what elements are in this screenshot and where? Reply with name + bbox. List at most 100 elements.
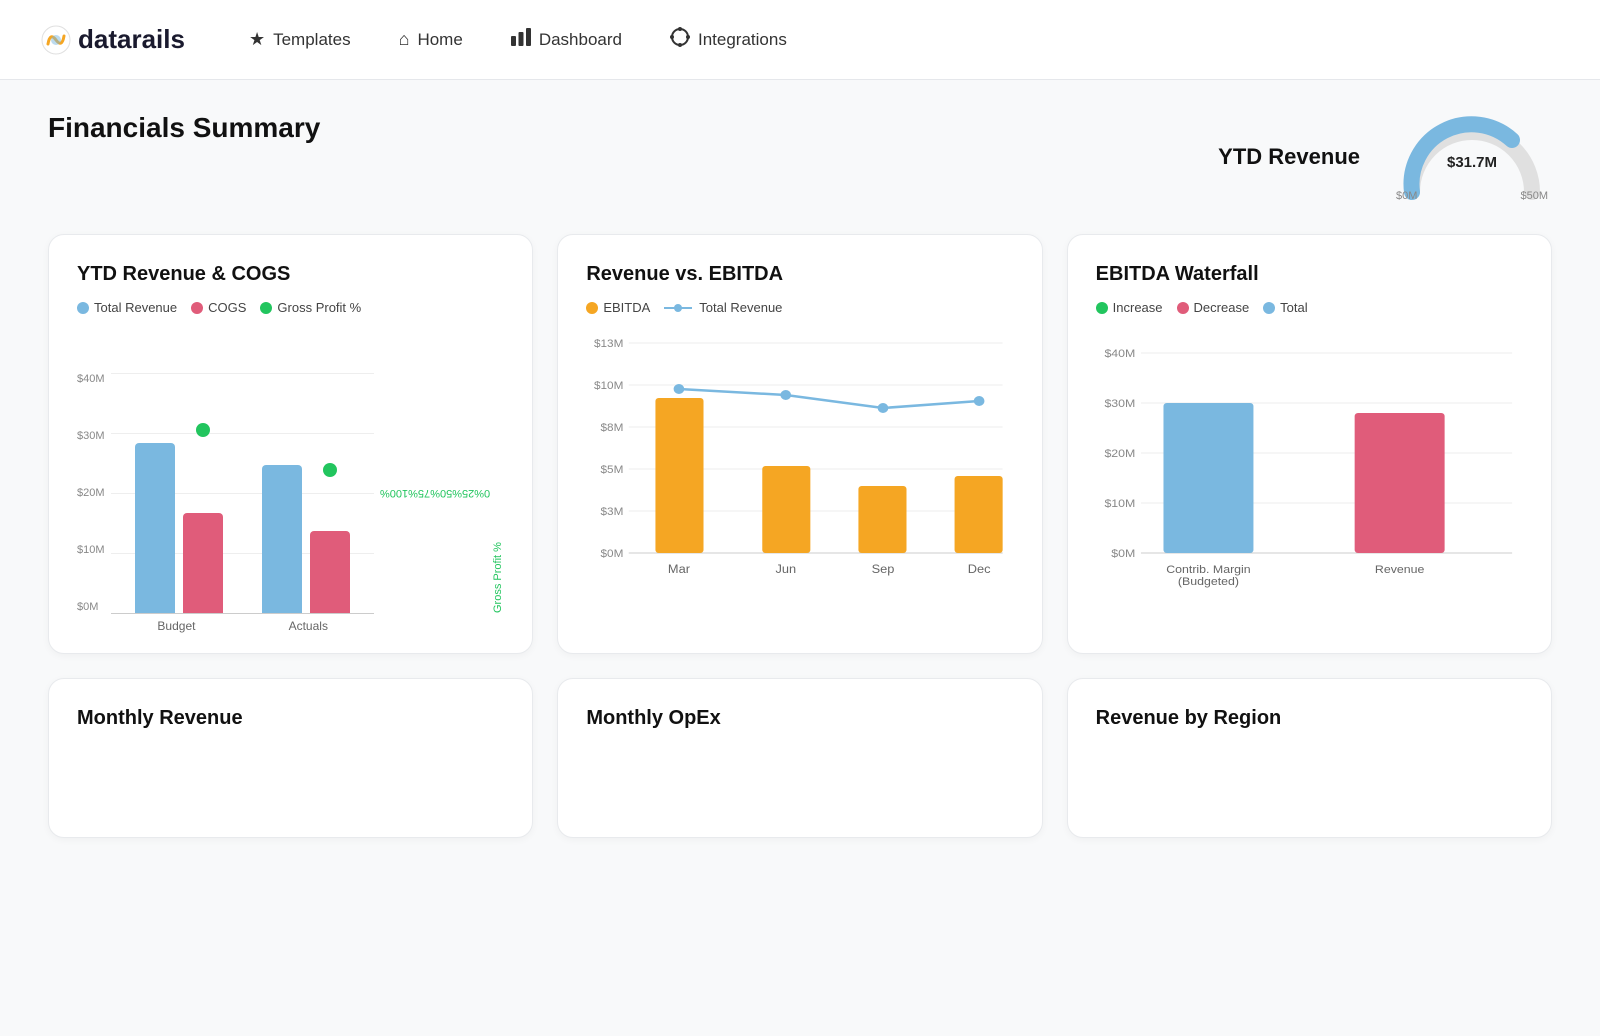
integrations-icon (670, 27, 690, 52)
logo[interactable]: datarails (40, 24, 185, 56)
svg-text:$0M: $0M (1111, 548, 1135, 560)
legend-total-revenue-2: Total Revenue (664, 300, 782, 315)
svg-text:$5M: $5M (601, 464, 624, 476)
svg-text:$3M: $3M (601, 506, 624, 518)
increase-dot (1096, 302, 1108, 314)
x-label-budget: Budget (111, 619, 243, 633)
svg-text:Dec: Dec (968, 562, 991, 576)
ebitda-waterfall-card: EBITDA Waterfall Increase Decrease Total (1067, 234, 1552, 654)
ytd-revenue-cogs-card: YTD Revenue & COGS Total Revenue COGS Gr… (48, 234, 533, 654)
total-dot (1263, 302, 1275, 314)
gauge-max: $50M (1520, 190, 1548, 202)
y-right-0: 0% (474, 487, 490, 499)
page-title: Financials Summary (48, 112, 320, 144)
nav-templates[interactable]: ★ Templates (245, 21, 355, 58)
monthly-revenue-card: Monthly Revenue (48, 678, 533, 838)
card4-title: Monthly Revenue (77, 707, 243, 730)
svg-text:$8M: $8M (601, 422, 624, 434)
legend-increase: Increase (1096, 300, 1163, 315)
monthly-opex-card: Monthly OpEx (557, 678, 1042, 838)
bottom-card-grid: Monthly Revenue Monthly OpEx Revenue by … (48, 678, 1552, 838)
svg-text:Mar: Mar (668, 562, 690, 576)
actuals-bar-group (257, 465, 354, 613)
y-left-1: $10M (77, 544, 105, 556)
legend-gross-profit-label: Gross Profit % (277, 300, 361, 315)
legend-decrease-label: Decrease (1194, 300, 1250, 315)
legend-total-revenue-2-label: Total Revenue (699, 300, 782, 315)
y-left-2: $20M (77, 487, 105, 499)
y-left-0: $0M (77, 601, 105, 613)
card3-legend: Increase Decrease Total (1096, 300, 1523, 315)
card5-title: Monthly OpEx (586, 707, 720, 730)
ytd-label: YTD Revenue (1218, 144, 1360, 170)
y-left-3: $30M (77, 430, 105, 442)
ebitda-dot (586, 302, 598, 314)
navigation: datarails ★ Templates ⌂ Home Dashboard (0, 0, 1600, 80)
svg-text:$20M: $20M (1104, 448, 1135, 460)
svg-text:$10M: $10M (1104, 498, 1135, 510)
decrease-dot (1177, 302, 1189, 314)
y-left-4: $40M (77, 373, 105, 385)
total-revenue-dot (77, 302, 89, 314)
legend-gross-profit: Gross Profit % (260, 300, 361, 315)
y-right-4: 100% (380, 487, 408, 499)
y-right-2: 50% (430, 487, 452, 499)
legend-increase-label: Increase (1113, 300, 1163, 315)
svg-text:$13M: $13M (594, 338, 623, 350)
legend-total-revenue-label: Total Revenue (94, 300, 177, 315)
budget-revenue-bar (135, 443, 175, 613)
card1-chart: $0M $10M $20M $30M $40M (77, 333, 504, 613)
legend-ebitda: EBITDA (586, 300, 650, 315)
svg-text:$10M: $10M (594, 380, 623, 392)
svg-text:Contrib. Margin: Contrib. Margin (1166, 564, 1250, 576)
actuals-revenue-bar (262, 465, 302, 613)
star-icon: ★ (249, 29, 265, 50)
legend-cogs: COGS (191, 300, 246, 315)
home-icon: ⌂ (399, 29, 410, 50)
ytd-revenue-section: YTD Revenue $31.7M $0M $50M (1218, 112, 1552, 202)
page-header: Financials Summary YTD Revenue $31.7M $0… (48, 112, 1552, 202)
cogs-dot (191, 302, 203, 314)
svg-text:$40M: $40M (1104, 348, 1135, 360)
legend-decrease: Decrease (1177, 300, 1250, 315)
card6-title: Revenue by Region (1096, 707, 1282, 730)
budget-gp-dot (196, 423, 210, 437)
legend-cogs-label: COGS (208, 300, 246, 315)
svg-text:(Budgeted): (Budgeted) (1178, 576, 1239, 588)
gross-profit-dot (260, 302, 272, 314)
card2-title: Revenue vs. EBITDA (586, 263, 1013, 286)
actuals-gp-dot (323, 463, 337, 477)
budget-bar-group (131, 443, 228, 613)
actuals-cogs-bar (310, 531, 350, 613)
nav-dashboard[interactable]: Dashboard (507, 20, 626, 59)
legend-total-label: Total (1280, 300, 1307, 315)
y-right-3: 75% (408, 487, 430, 499)
ytd-value: $31.7M (1447, 154, 1497, 171)
svg-text:Sep: Sep (872, 562, 895, 576)
y-right-1: 25% (452, 487, 474, 499)
card1-legend: Total Revenue COGS Gross Profit % (77, 300, 504, 315)
legend-total-revenue: Total Revenue (77, 300, 177, 315)
y-right-axis-label: Gross Profit % (492, 463, 504, 613)
dashboard-icon (511, 28, 531, 51)
revenue-by-region-card: Revenue by Region (1067, 678, 1552, 838)
card2-legend: EBITDA Total Revenue (586, 300, 1013, 315)
card3-chart: $40M $30M $20M $10M $0M Contrib. Margin … (1096, 333, 1523, 593)
bars-area: Budget Actuals (111, 373, 375, 613)
nav-home[interactable]: ⌂ Home (395, 21, 467, 58)
nav-integrations[interactable]: Integrations (666, 19, 791, 60)
svg-text:$0M: $0M (601, 548, 624, 560)
svg-text:$30M: $30M (1104, 398, 1135, 410)
svg-text:Revenue: Revenue (1375, 564, 1424, 576)
card2-chart: $13M $10M $8M $5M $3M $0M (586, 333, 1013, 593)
card1-title: YTD Revenue & COGS (77, 263, 504, 286)
svg-text:Jun: Jun (776, 562, 797, 576)
legend-total-3: Total (1263, 300, 1307, 315)
budget-cogs-bar (183, 513, 223, 613)
card-grid: YTD Revenue & COGS Total Revenue COGS Gr… (48, 234, 1552, 654)
ytd-gauge: $31.7M $0M $50M (1392, 112, 1552, 202)
revenue-ebitda-card: Revenue vs. EBITDA EBITDA Total Revenue (557, 234, 1042, 654)
card3-title: EBITDA Waterfall (1096, 263, 1523, 286)
gauge-min: $0M (1396, 190, 1417, 202)
legend-ebitda-label: EBITDA (603, 300, 650, 315)
